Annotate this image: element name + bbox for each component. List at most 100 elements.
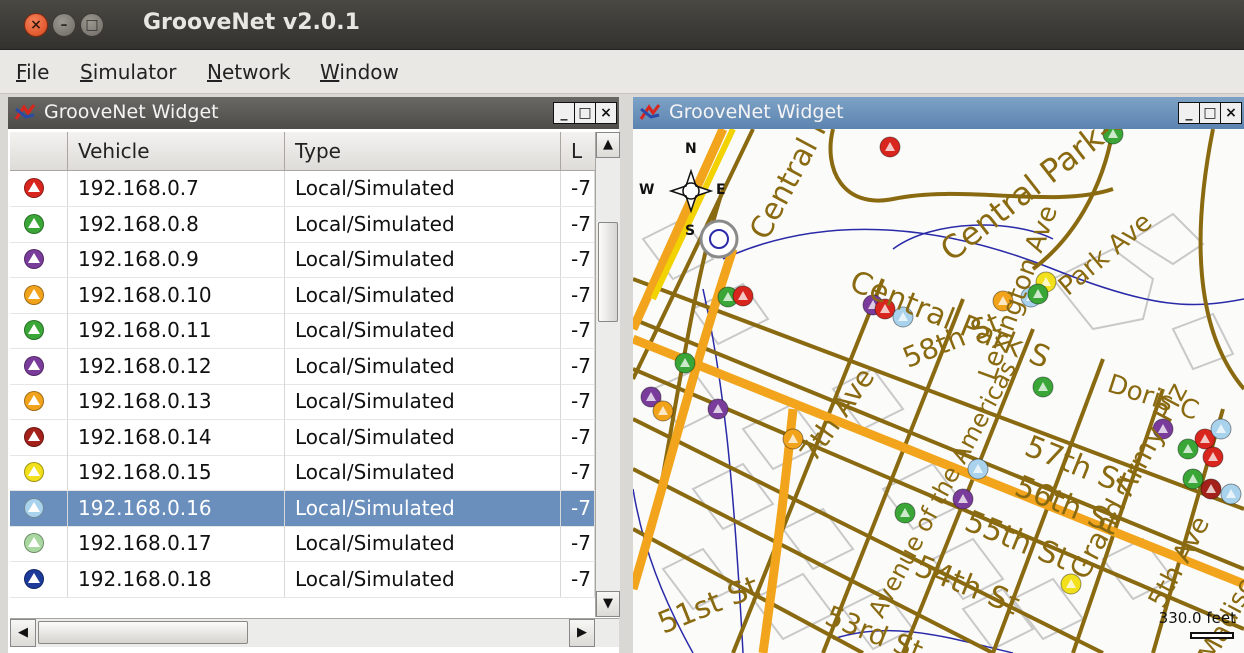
table-row[interactable]: 192.168.0.7 Local/Simulated -7 [10,171,595,207]
title-bar: × – □ GrooveNet v2.0.1 [0,0,1244,50]
vehicle-location-cell: -7 [561,490,595,526]
groovenet-logo-icon [14,104,36,120]
vehicle-marker-icon [24,355,44,376]
table-row[interactable]: 192.168.0.9 Local/Simulated -7 [10,242,595,278]
vehicle-icon-cell [10,419,68,455]
vehicle-type-cell: Local/Simulated [285,526,561,561]
widget-close-button[interactable]: × [595,102,617,124]
widget-minimize-button[interactable]: _ [553,102,575,124]
widget-title-bar[interactable]: GrooveNet Widget _ □ × [8,97,619,129]
vehicle-type-cell: Local/Simulated [285,490,561,526]
vertical-scroll-thumb[interactable] [598,222,618,322]
minimize-window-button[interactable]: – [52,13,76,37]
vehicle-location-cell: -7 [561,242,595,277]
menu-simulator-label: imulator [92,60,177,84]
menu-window-label: indow [339,60,399,84]
menu-file-label: ile [26,60,50,84]
table-row[interactable]: 192.168.0.8 Local/Simulated -7 [10,206,595,243]
compass-south-label: S [685,223,696,239]
vehicle-type-cell: Local/Simulated [285,242,561,277]
vehicle-marker[interactable] [652,400,674,422]
column-header-location[interactable]: L [561,132,595,170]
minimize-icon: – [60,17,68,33]
vehicle-marker[interactable] [1220,483,1242,505]
vehicle-marker-icon [24,533,44,553]
widget-minimize-button[interactable]: _ [1178,102,1200,124]
vehicle-icon-cell [10,490,68,526]
scroll-left-button[interactable]: ◀ [10,619,36,647]
menu-file[interactable]: File [16,60,49,84]
vehicle-type-cell: Local/Simulated [285,455,561,490]
vehicle-icon-cell [10,455,68,490]
widget-maximize-button[interactable]: □ [574,102,596,124]
vehicle-icon-cell [10,171,68,206]
vehicle-marker[interactable] [1200,478,1222,500]
widget-close-button[interactable]: × [1220,102,1242,124]
vehicle-type-cell: Local/Simulated [285,348,561,384]
menu-window[interactable]: Window [320,60,399,84]
map-view[interactable]: N S W E Central Park S Central Park-Cent… [633,129,1244,653]
widget-title-bar[interactable]: GrooveNet Widget _ □ × [633,97,1244,129]
table-row[interactable]: 192.168.0.14 Local/Simulated -7 [10,419,595,456]
vehicle-type-cell: Local/Simulated [285,206,561,242]
traffic-circle [699,219,739,259]
horizontal-scroll-thumb[interactable] [38,621,248,644]
table-row[interactable]: 192.168.0.16 Local/Simulated -7 [10,490,595,527]
app-title: GrooveNet v2.0.1 [143,10,360,35]
menu-network[interactable]: Network [207,60,291,84]
maximize-window-button[interactable]: □ [80,13,104,37]
vehicle-marker[interactable] [1210,418,1232,440]
vehicle-table: Vehicle Type L 192.168.0.7 Local/Simulate… [10,132,595,617]
table-row[interactable]: 192.168.0.18 Local/Simulated -7 [10,561,595,598]
vehicle-marker-icon [24,284,44,305]
scroll-up-button[interactable]: ▲ [596,132,620,158]
vehicle-ip-cell: 192.168.0.15 [68,455,285,490]
vehicle-marker[interactable] [1202,446,1224,468]
scroll-down-button[interactable]: ▼ [596,591,620,617]
vehicle-location-cell: -7 [561,384,595,419]
vehicle-marker[interactable] [1177,438,1199,460]
column-header-type[interactable]: Type [285,132,561,170]
table-row[interactable]: 192.168.0.10 Local/Simulated -7 [10,277,595,314]
vehicle-type-cell: Local/Simulated [285,561,561,597]
vehicle-marker[interactable] [1182,468,1204,490]
scroll-right-button[interactable]: ▶ [569,619,595,647]
vehicle-marker[interactable] [879,136,901,158]
vertical-scrollbar[interactable]: ▲ ▼ [595,132,620,617]
table-row[interactable]: 192.168.0.12 Local/Simulated -7 [10,348,595,385]
column-header-icon[interactable] [10,132,68,170]
vehicle-ip-cell: 192.168.0.14 [68,419,285,455]
vehicle-location-cell: -7 [561,313,595,348]
vehicle-location-cell: -7 [561,526,595,561]
table-row[interactable]: 192.168.0.13 Local/Simulated -7 [10,384,595,420]
menu-window-mnemonic: W [320,60,340,84]
vehicle-ip-cell: 192.168.0.13 [68,384,285,419]
vehicle-marker[interactable] [707,398,729,420]
vehicle-location-cell: -7 [561,171,595,206]
compass-west-label: W [639,182,655,198]
vehicle-icon-cell [10,242,68,277]
table-row[interactable]: 192.168.0.11 Local/Simulated -7 [10,313,595,349]
vehicle-marker[interactable] [674,352,696,374]
vehicle-ip-cell: 192.168.0.17 [68,526,285,561]
vehicle-marker-icon [24,213,44,234]
table-row[interactable]: 192.168.0.15 Local/Simulated -7 [10,455,595,491]
vehicle-ip-cell: 192.168.0.7 [68,171,285,206]
close-window-button[interactable]: × [24,13,48,37]
vehicle-icon-cell [10,561,68,597]
vehicle-marker-icon [24,568,44,589]
horizontal-scrollbar[interactable]: ◀ ▶ [10,618,619,647]
compass-north-label: N [685,141,697,157]
map-widget: GrooveNet Widget _ □ × N S W E Central P… [633,97,1244,653]
vehicle-marker-icon [24,320,44,340]
vehicle-icon-cell [10,384,68,419]
vehicle-location-cell: -7 [561,561,595,597]
vehicle-marker[interactable] [1032,376,1054,398]
vehicle-icon-cell [10,277,68,313]
table-row[interactable]: 192.168.0.17 Local/Simulated -7 [10,526,595,562]
menu-file-mnemonic: F [16,60,27,84]
vehicle-marker[interactable] [732,285,754,307]
column-header-vehicle[interactable]: Vehicle [68,132,285,170]
widget-maximize-button[interactable]: □ [1199,102,1221,124]
menu-simulator[interactable]: Simulator [80,60,177,84]
